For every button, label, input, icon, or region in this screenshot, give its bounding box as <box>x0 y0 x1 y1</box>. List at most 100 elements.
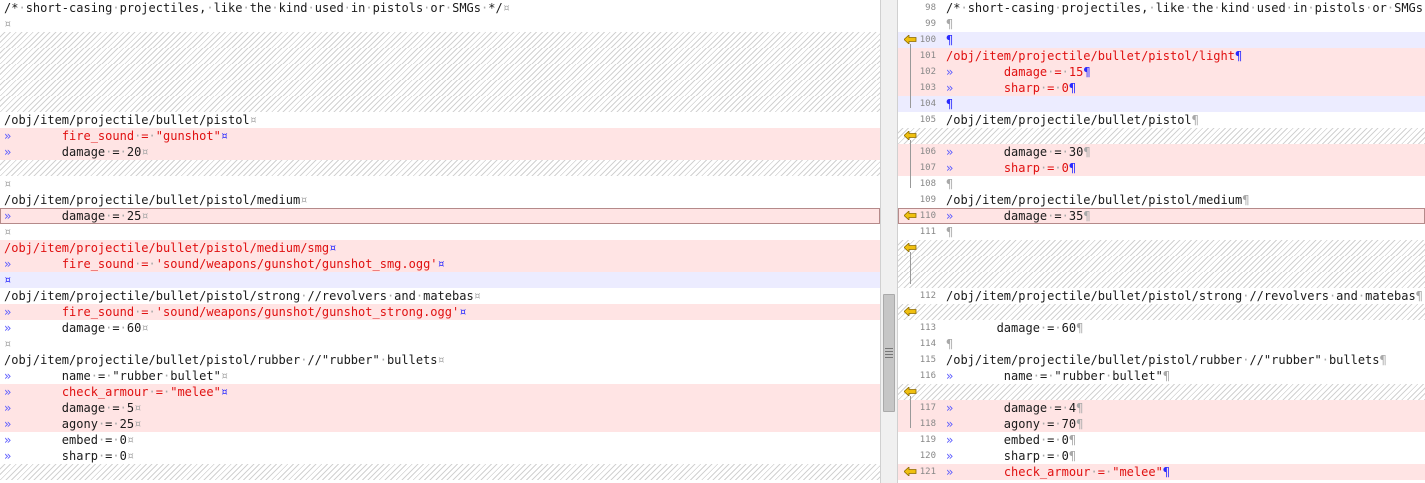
code-line[interactable]: /obj/item/projectile/bullet/pistol¤ <box>0 112 880 128</box>
code-line[interactable]: » fire_sound·=·'sound/weapons/gunshot/gu… <box>0 256 880 272</box>
line-text: » agony·=·70¶ <box>946 416 1083 432</box>
whitespace-dot: · <box>444 1 453 15</box>
code-line[interactable]: 108 ¶ <box>898 176 1425 192</box>
line-text: /obj/item/projectile/bullet/pistol/rubbe… <box>4 352 445 368</box>
grip-icon[interactable] <box>885 348 893 358</box>
code-line[interactable]: 98/*·short-casing·projectiles,·like·the·… <box>898 0 1425 16</box>
code-line[interactable]: 110» damage·=·35¶ <box>898 208 1425 224</box>
left-diff-pane[interactable]: /*·short-casing·projectiles,·like·the·ki… <box>0 0 880 483</box>
whitespace-dot: · <box>148 385 156 399</box>
whitespace-dot: · <box>1357 289 1366 303</box>
code-line[interactable]: 117» damage·=·4¶ <box>898 400 1425 416</box>
code-text: or <box>430 1 445 15</box>
left-arrow-icon[interactable] <box>904 211 917 220</box>
left-arrow-icon[interactable] <box>904 35 917 44</box>
code-line[interactable]: » check_armour·=·"melee"¤ <box>0 384 880 400</box>
code-line[interactable]: /obj/item/projectile/bullet/pistol/mediu… <box>0 240 880 256</box>
line-end-marker: ¤ <box>4 17 12 31</box>
code-line[interactable]: ¤ <box>0 16 880 32</box>
whitespace-dot: · <box>960 1 968 15</box>
code-line[interactable]: 104 ¶ <box>898 96 1425 112</box>
whitespace-dot: · <box>1054 81 1062 95</box>
left-arrow-icon[interactable] <box>904 131 917 140</box>
code-text: //"rubber" <box>307 353 380 367</box>
left-arrow-icon[interactable] <box>904 307 917 316</box>
code-text: projectiles, <box>119 1 207 15</box>
code-line[interactable]: 107» sharp·=·0¶ <box>898 160 1425 176</box>
whitespace-dot: · <box>119 321 127 335</box>
line-end-marker: ¶ <box>1076 401 1084 415</box>
left-arrow-icon[interactable] <box>904 467 917 476</box>
code-line[interactable]: 121» check_armour·=·"melee"¶ <box>898 464 1425 480</box>
code-line[interactable]: ¤ <box>0 336 880 352</box>
code-line[interactable]: /obj/item/projectile/bullet/pistol/stron… <box>0 288 880 304</box>
code-text: damage <box>953 145 1048 159</box>
line-end-marker: ¤ <box>220 369 229 383</box>
line-end-marker: ¤ <box>141 145 149 159</box>
whitespace-dot: · <box>119 401 127 415</box>
code-line[interactable]: 105/obj/item/projectile/bullet/pistol¶ <box>898 112 1425 128</box>
line-text: ¤ <box>4 224 11 240</box>
code-line[interactable]: » damage·=·60¤ <box>0 320 880 336</box>
line-end-marker: ¤ <box>220 129 229 143</box>
changed-text: fire_sound <box>61 257 135 271</box>
line-text: » damage·=·60¤ <box>4 320 149 336</box>
code-line[interactable]: ¤ <box>0 272 880 288</box>
code-line[interactable]: » sharp·=·0¤ <box>0 448 880 464</box>
left-arrow-icon[interactable] <box>904 243 917 252</box>
code-line[interactable]: 100 ¶ <box>898 32 1425 48</box>
code-text: damage <box>11 145 106 159</box>
line-end-marker: ¶ <box>1083 65 1091 79</box>
code-text: 25 <box>119 417 135 431</box>
left-arrow-icon[interactable] <box>904 387 917 396</box>
line-end-marker: ¶ <box>1162 369 1171 383</box>
code-text: and <box>394 289 416 303</box>
code-line[interactable]: 109/obj/item/projectile/bullet/pistol/me… <box>898 192 1425 208</box>
code-line[interactable]: 120» sharp·=·0¶ <box>898 448 1425 464</box>
code-line[interactable]: ¤ <box>0 224 880 240</box>
right-diff-pane[interactable]: 98/*·short-casing·projectiles,·like·the·… <box>898 0 1425 483</box>
code-line[interactable]: 114 ¶ <box>898 336 1425 352</box>
code-line[interactable]: 112/obj/item/projectile/bullet/pistol/st… <box>898 288 1425 304</box>
code-line[interactable]: » damage·=·20¤ <box>0 144 880 160</box>
code-line[interactable]: 119» embed·=·0¶ <box>898 432 1425 448</box>
code-line[interactable]: 116» name·=·"rubber·bullet"¶ <box>898 368 1425 384</box>
code-line[interactable]: » agony·=·25¤ <box>0 416 880 432</box>
code-line[interactable]: » embed·=·0¤ <box>0 432 880 448</box>
line-text: » check_armour·=·"melee"¤ <box>4 384 228 400</box>
line-end-marker: ¶ <box>1068 433 1077 447</box>
changed-text: "melee" <box>1112 465 1163 479</box>
line-end-marker: ¤ <box>220 385 229 399</box>
code-line[interactable]: » fire_sound·=·'sound/weapons/gunshot/gu… <box>0 304 880 320</box>
code-line[interactable]: » fire_sound·=·"gunshot"¤ <box>0 128 880 144</box>
line-number: 112 <box>919 291 936 301</box>
code-line[interactable]: /obj/item/projectile/bullet/pistol/rubbe… <box>0 352 880 368</box>
code-line[interactable]: 118» agony·=·70¶ <box>898 416 1425 432</box>
line-number: 119 <box>919 435 936 445</box>
line-number: 103 <box>919 83 936 93</box>
code-line[interactable]: 113 damage·=·60¶ <box>898 320 1425 336</box>
line-text: ¤ <box>4 336 11 352</box>
code-line[interactable]: » damage·=·5¤ <box>0 400 880 416</box>
line-number: 102 <box>919 67 936 77</box>
code-line[interactable]: 99 ¶ <box>898 16 1425 32</box>
code-line[interactable]: /obj/item/projectile/bullet/pistol/mediu… <box>0 192 880 208</box>
code-line[interactable]: 103 » sharp·=·0¶ <box>898 80 1425 96</box>
vertical-scrollbar[interactable] <box>880 0 898 483</box>
line-text: » embed·=·0¤ <box>4 432 134 448</box>
code-line[interactable]: 115/obj/item/projectile/bullet/pistol/ru… <box>898 352 1425 368</box>
code-line[interactable]: ¤ <box>0 176 880 192</box>
code-line[interactable]: » name·=·"rubber·bullet"¤ <box>0 368 880 384</box>
line-end-marker: ¶ <box>1242 193 1250 207</box>
code-line[interactable]: 102» damage·=·15¶ <box>898 64 1425 80</box>
whitespace-dot: · <box>1054 433 1062 447</box>
code-line[interactable]: 101/obj/item/projectile/bullet/pistol/li… <box>898 48 1425 64</box>
whitespace-dot: · <box>1249 1 1257 15</box>
code-text: 35 <box>1068 209 1084 223</box>
code-line[interactable]: 111 ¶ <box>898 224 1425 240</box>
line-text: » sharp·=·0¶ <box>946 80 1076 96</box>
code-line[interactable]: /*·short-casing·projectiles,·like·the·ki… <box>0 0 880 16</box>
code-line[interactable]: » damage·=·25¤ <box>0 208 880 224</box>
line-text: » damage·=·30¶ <box>946 144 1091 160</box>
code-line[interactable]: 106» damage·=·30¶ <box>898 144 1425 160</box>
